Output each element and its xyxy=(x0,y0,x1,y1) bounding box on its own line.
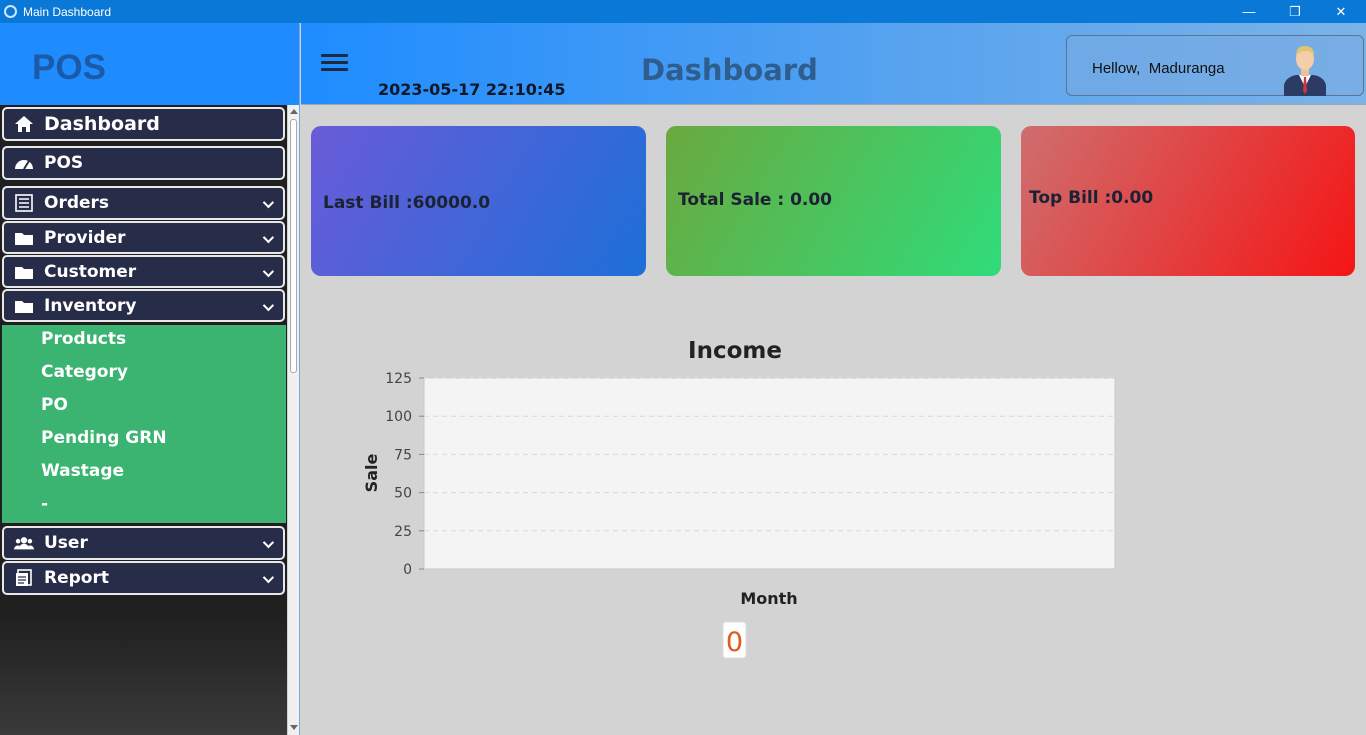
maximize-button[interactable]: ❐ xyxy=(1272,0,1318,23)
window-title: Main Dashboard xyxy=(23,4,112,19)
app-logo: POS xyxy=(32,48,106,87)
income-chart-svg: Income 0 25 50 75 100 125 Sale Month 0 xyxy=(362,338,1116,659)
datetime-label: 2023-05-17 22:10:45 xyxy=(378,80,566,99)
sidebar-scrollbar[interactable] xyxy=(287,105,299,735)
menu-toggle-icon[interactable] xyxy=(321,54,348,74)
total-sale-card: Total Sale : 0.00 xyxy=(666,126,1001,276)
total-sale-label: Total Sale : 0.00 xyxy=(678,190,833,210)
sidebar-item-user[interactable]: User xyxy=(2,526,285,560)
y-axis-label: Sale xyxy=(362,454,381,493)
folder-icon xyxy=(14,229,34,247)
home-icon xyxy=(14,115,34,133)
sidebar-item-label: Orders xyxy=(44,193,110,213)
submenu-item-category[interactable]: Category xyxy=(41,362,128,382)
y-tick-label: 100 xyxy=(385,409,412,425)
scroll-up-arrow[interactable] xyxy=(290,109,298,114)
chevron-down-icon xyxy=(262,196,275,209)
submenu-item-wastage[interactable]: Wastage xyxy=(41,461,124,481)
submenu-item-products[interactable]: Products xyxy=(41,329,126,349)
top-bill-card: Top Bill :0.00 xyxy=(1021,126,1355,276)
chevron-down-icon xyxy=(262,571,275,584)
sidebar-item-label: Provider xyxy=(44,227,126,248)
submenu-item-dash[interactable]: - xyxy=(41,494,48,514)
sidebar-item-report[interactable]: Report xyxy=(2,561,285,595)
chevron-down-icon xyxy=(262,265,275,277)
sidebar-item-label: Report xyxy=(44,568,109,588)
last-bill-label: Last Bill :60000.0 xyxy=(323,193,491,213)
top-bill-label: Top Bill :0.00 xyxy=(1029,188,1154,208)
speedometer-icon xyxy=(14,154,34,172)
report-icon xyxy=(14,569,34,587)
users-icon xyxy=(14,534,34,552)
sidebar-item-orders[interactable]: Orders xyxy=(2,186,285,220)
last-bill-card: Last Bill :60000.0 xyxy=(311,126,646,276)
y-tick-label: 25 xyxy=(394,524,412,540)
sidebar-item-label: POS xyxy=(44,153,84,173)
scroll-down-arrow[interactable] xyxy=(290,725,298,730)
list-icon xyxy=(14,194,34,212)
inventory-submenu: Products Category PO Pending GRN Wastage… xyxy=(2,325,286,523)
sidebar: POS Dashboard POS Orders Provider Custom… xyxy=(0,23,300,735)
y-tick-labels: 0 25 50 75 100 125 xyxy=(385,371,424,578)
sidebar-item-label: Dashboard xyxy=(44,113,160,135)
submenu-item-po[interactable]: PO xyxy=(41,395,68,415)
y-tick-label: 125 xyxy=(385,371,412,387)
y-tick-label: 75 xyxy=(394,447,412,463)
folder-icon xyxy=(14,297,34,315)
chevron-down-icon xyxy=(262,231,275,243)
plot-area xyxy=(423,377,1116,570)
sidebar-item-dashboard[interactable]: Dashboard xyxy=(2,107,285,141)
y-tick-label: 0 xyxy=(403,562,412,578)
y-tick-label: 50 xyxy=(394,486,412,502)
close-button[interactable]: ✕ xyxy=(1318,0,1364,23)
sidebar-item-pos[interactable]: POS xyxy=(2,146,285,180)
legend-badge-value: 0 xyxy=(726,627,743,658)
sidebar-item-label: Inventory xyxy=(44,295,137,316)
sidebar-item-label: User xyxy=(44,533,88,553)
app-icon xyxy=(4,5,17,18)
header: 2023-05-17 22:10:45 Dashboard Hellow, Ma… xyxy=(301,23,1366,105)
username: Maduranga xyxy=(1148,60,1225,77)
user-greeting: Hellow, Maduranga xyxy=(1092,60,1225,77)
submenu-item-pending-grn[interactable]: Pending GRN xyxy=(41,428,167,448)
chart-title: Income xyxy=(688,338,782,364)
sidebar-menu: Dashboard POS Orders Provider Customer I… xyxy=(0,105,288,735)
sidebar-item-provider[interactable]: Provider xyxy=(2,221,285,254)
avatar xyxy=(1280,41,1330,96)
folder-icon xyxy=(14,263,34,281)
income-chart: Income 0 25 50 75 100 125 Sale Month 0 xyxy=(360,330,1160,670)
x-axis-label: Month xyxy=(740,589,797,608)
chevron-down-icon xyxy=(262,299,275,311)
chevron-down-icon xyxy=(262,536,275,549)
minimize-button[interactable]: — xyxy=(1226,0,1272,23)
scrollbar-thumb[interactable] xyxy=(290,119,297,373)
sidebar-item-customer[interactable]: Customer xyxy=(2,255,285,288)
page-title: Dashboard xyxy=(641,53,818,87)
sidebar-item-label: Customer xyxy=(44,261,137,282)
user-panel[interactable]: Hellow, Maduranga xyxy=(1066,35,1364,96)
sidebar-item-inventory[interactable]: Inventory xyxy=(2,289,285,322)
window-titlebar: Main Dashboard — ❐ ✕ xyxy=(0,0,1366,23)
